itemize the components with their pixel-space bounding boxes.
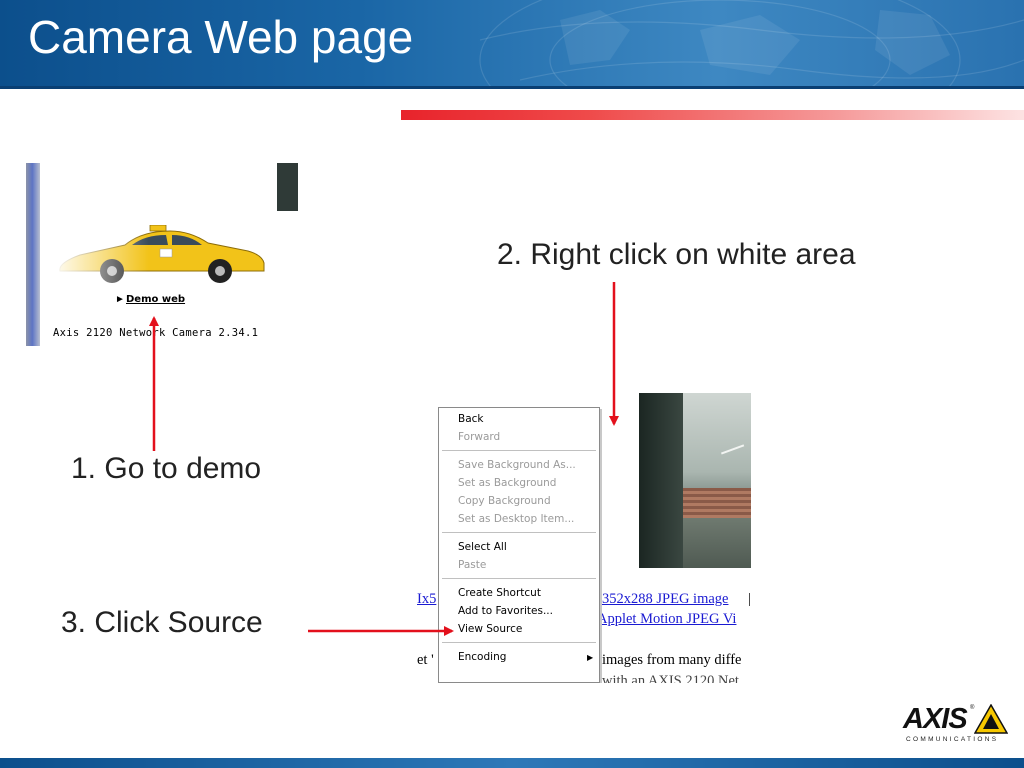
axis-logo: AXIS ® COMMUNICATIONS	[903, 703, 1008, 745]
logo-wordmark: AXIS	[903, 703, 968, 735]
logo-triangle-icon	[974, 704, 1008, 734]
footer-bar	[0, 758, 1024, 768]
logo-subtitle: COMMUNICATIONS	[906, 736, 999, 743]
annotation-arrows	[149, 282, 619, 636]
